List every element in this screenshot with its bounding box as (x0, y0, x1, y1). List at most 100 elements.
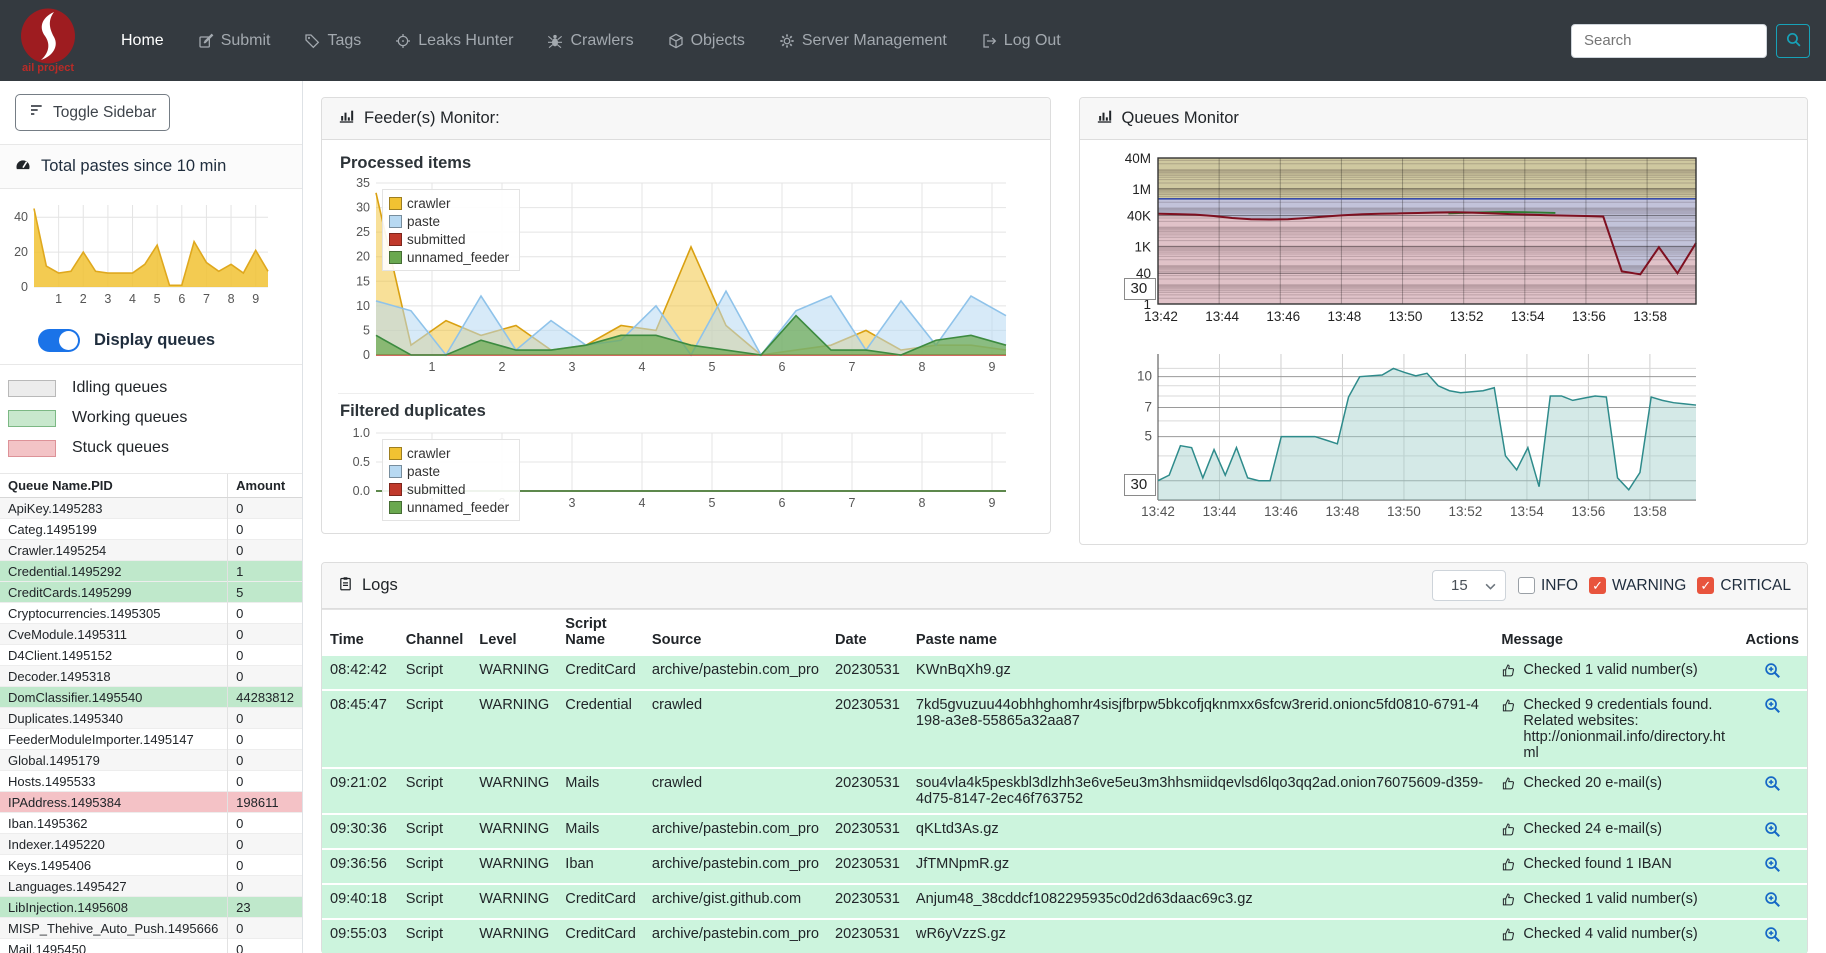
svg-text:15: 15 (356, 274, 370, 288)
svg-text:10: 10 (1136, 369, 1151, 384)
svg-text:25: 25 (356, 225, 370, 239)
logs-header-message: Message (1493, 609, 1738, 655)
nav-item-tags[interactable]: Tags (287, 22, 378, 60)
queue-row: LibInjection.1495608 23 (0, 896, 302, 918)
log-row: 09:21:02 Script WARNING Mails crawled 2023053… (322, 768, 1807, 814)
toggle-sidebar-button[interactable]: Toggle Sidebar (15, 94, 171, 131)
show-paste-button[interactable] (1764, 856, 1781, 877)
show-paste-button[interactable] (1764, 775, 1781, 796)
svg-text:13:56: 13:56 (1572, 309, 1606, 324)
svg-text:13:54: 13:54 (1510, 504, 1544, 519)
log-channel: Script (405, 856, 444, 872)
display-queues-toggle[interactable] (38, 329, 80, 352)
show-paste-button[interactable] (1764, 662, 1781, 683)
svg-text:13:52: 13:52 (1449, 309, 1483, 324)
legend-item-paste: paste (389, 462, 509, 480)
thumbs-up-icon (1501, 776, 1516, 795)
search-plus-icon (1764, 663, 1781, 683)
legend-row-stuck-queues: Stuck queues (8, 433, 302, 463)
checkbox-unchecked-icon (1518, 577, 1535, 594)
log-script: CreditCard (565, 926, 636, 942)
log-script: Mails (565, 775, 600, 791)
nav-item-submit[interactable]: Submit (181, 22, 288, 60)
nav-item-crawlers[interactable]: Crawlers (530, 22, 650, 60)
legend-swatch (8, 439, 56, 457)
svg-text:13:46: 13:46 (1266, 309, 1300, 324)
queue-name: CreditCards.1495299 (0, 581, 228, 603)
bar-chart-icon (1096, 108, 1113, 129)
nav-item-server-management[interactable]: Server Management (762, 22, 964, 60)
log-message: Checked 4 valid number(s) (1493, 919, 1737, 953)
svg-text:5: 5 (154, 292, 161, 306)
feeder-monitor-title: Feeder(s) Monitor: (364, 109, 500, 127)
log-level: WARNING (479, 926, 550, 942)
svg-text:0: 0 (363, 348, 370, 362)
page-size-select[interactable]: 15 (1432, 570, 1506, 601)
legend-swatch (8, 409, 56, 427)
show-paste-button[interactable] (1764, 821, 1781, 842)
svg-text:8: 8 (228, 292, 235, 306)
queue-row: Decoder.1495318 0 (0, 665, 302, 687)
log-channel: Script (405, 821, 444, 837)
svg-text:7: 7 (1144, 399, 1152, 414)
queue-name: FeederModuleImporter.1495147 (0, 728, 228, 750)
log-date: 20230531 (834, 821, 900, 837)
svg-text:13:50: 13:50 (1387, 504, 1421, 519)
show-paste-button[interactable] (1764, 926, 1781, 947)
svg-text:1M: 1M (1132, 182, 1151, 197)
thumbs-up-icon (1501, 857, 1516, 876)
filter-checkbox-info[interactable]: INFO (1518, 577, 1578, 595)
search-button[interactable] (1776, 23, 1810, 58)
brand-logo[interactable]: ail project (10, 8, 86, 74)
queues-size-chart: 30 40M 1M 40K 1K 40 1 13:42 13:44 13:46 13:48 13:5… (1096, 151, 1792, 334)
filter-checkbox-warning[interactable]: ✓ WARNING (1589, 577, 1686, 595)
roll-period-input[interactable]: 30 (1123, 474, 1157, 496)
log-level: WARNING (479, 821, 550, 837)
log-date: 20230531 (834, 662, 900, 678)
queue-row: FeederModuleImporter.1495147 0 (0, 728, 302, 750)
search-plus-icon (1764, 892, 1781, 912)
svg-text:9: 9 (989, 496, 996, 510)
log-row: 09:30:36 Script WARNING Mails archive/pasteb… (322, 814, 1807, 849)
filter-checkbox-critical[interactable]: ✓ CRITICAL (1697, 577, 1791, 595)
queue-row: Iban.1495362 0 (0, 812, 302, 834)
queue-row: IPAddress.1495384 198611 (0, 791, 302, 813)
log-script: Mails (565, 821, 600, 837)
log-level: WARNING (479, 856, 550, 872)
svg-text:20: 20 (356, 250, 370, 264)
log-script: CreditCard (565, 891, 636, 907)
svg-text:5: 5 (363, 323, 370, 337)
thumbs-up-icon (1501, 927, 1516, 946)
nav-item-leaks-hunter[interactable]: Leaks Hunter (378, 22, 530, 60)
nav-item-home[interactable]: Home (104, 22, 181, 60)
queue-amount: 0 (227, 707, 302, 729)
nav-item-objects[interactable]: Objects (651, 22, 762, 60)
log-channel: Script (405, 891, 444, 907)
search-input[interactable] (1571, 23, 1767, 58)
log-paste-name: wR6yVzzS.gz (915, 926, 1006, 942)
thumbs-up-icon (1501, 663, 1516, 682)
queue-name: Cryptocurrencies.1495305 (0, 602, 228, 624)
legend-item-submitted: submitted (389, 480, 509, 498)
show-paste-button[interactable] (1764, 697, 1781, 718)
thumbs-up-icon (1501, 698, 1516, 717)
svg-text:8: 8 (919, 496, 926, 510)
svg-text:1: 1 (429, 360, 436, 374)
svg-text:13:42: 13:42 (1141, 504, 1175, 519)
logs-table: Time Channel Level Script Name Source Date Pas… (322, 609, 1807, 953)
log-message: Checked 20 e-mail(s) (1493, 768, 1737, 814)
search-icon (1785, 31, 1802, 51)
nav-item-log-out[interactable]: Log Out (964, 22, 1078, 60)
svg-text:7: 7 (849, 496, 856, 510)
roll-period-input[interactable]: 30 (1123, 278, 1157, 300)
queue-row: DomClassifier.1495540 44283812 (0, 686, 302, 708)
gear-icon (779, 33, 795, 49)
show-paste-button[interactable] (1764, 891, 1781, 912)
queue-name: DomClassifier.1495540 (0, 686, 228, 708)
queue-amount: 198611 (227, 791, 302, 813)
log-paste-name: 7kd5gvuzuu44obhhghomhr4sisjfbrpw5bkcofjq… (915, 697, 1479, 729)
log-message: Checked 1 valid number(s) (1493, 655, 1737, 690)
display-queues-row: Display queues (0, 317, 302, 365)
toggle-lines-icon (29, 102, 45, 123)
log-date: 20230531 (834, 926, 900, 942)
